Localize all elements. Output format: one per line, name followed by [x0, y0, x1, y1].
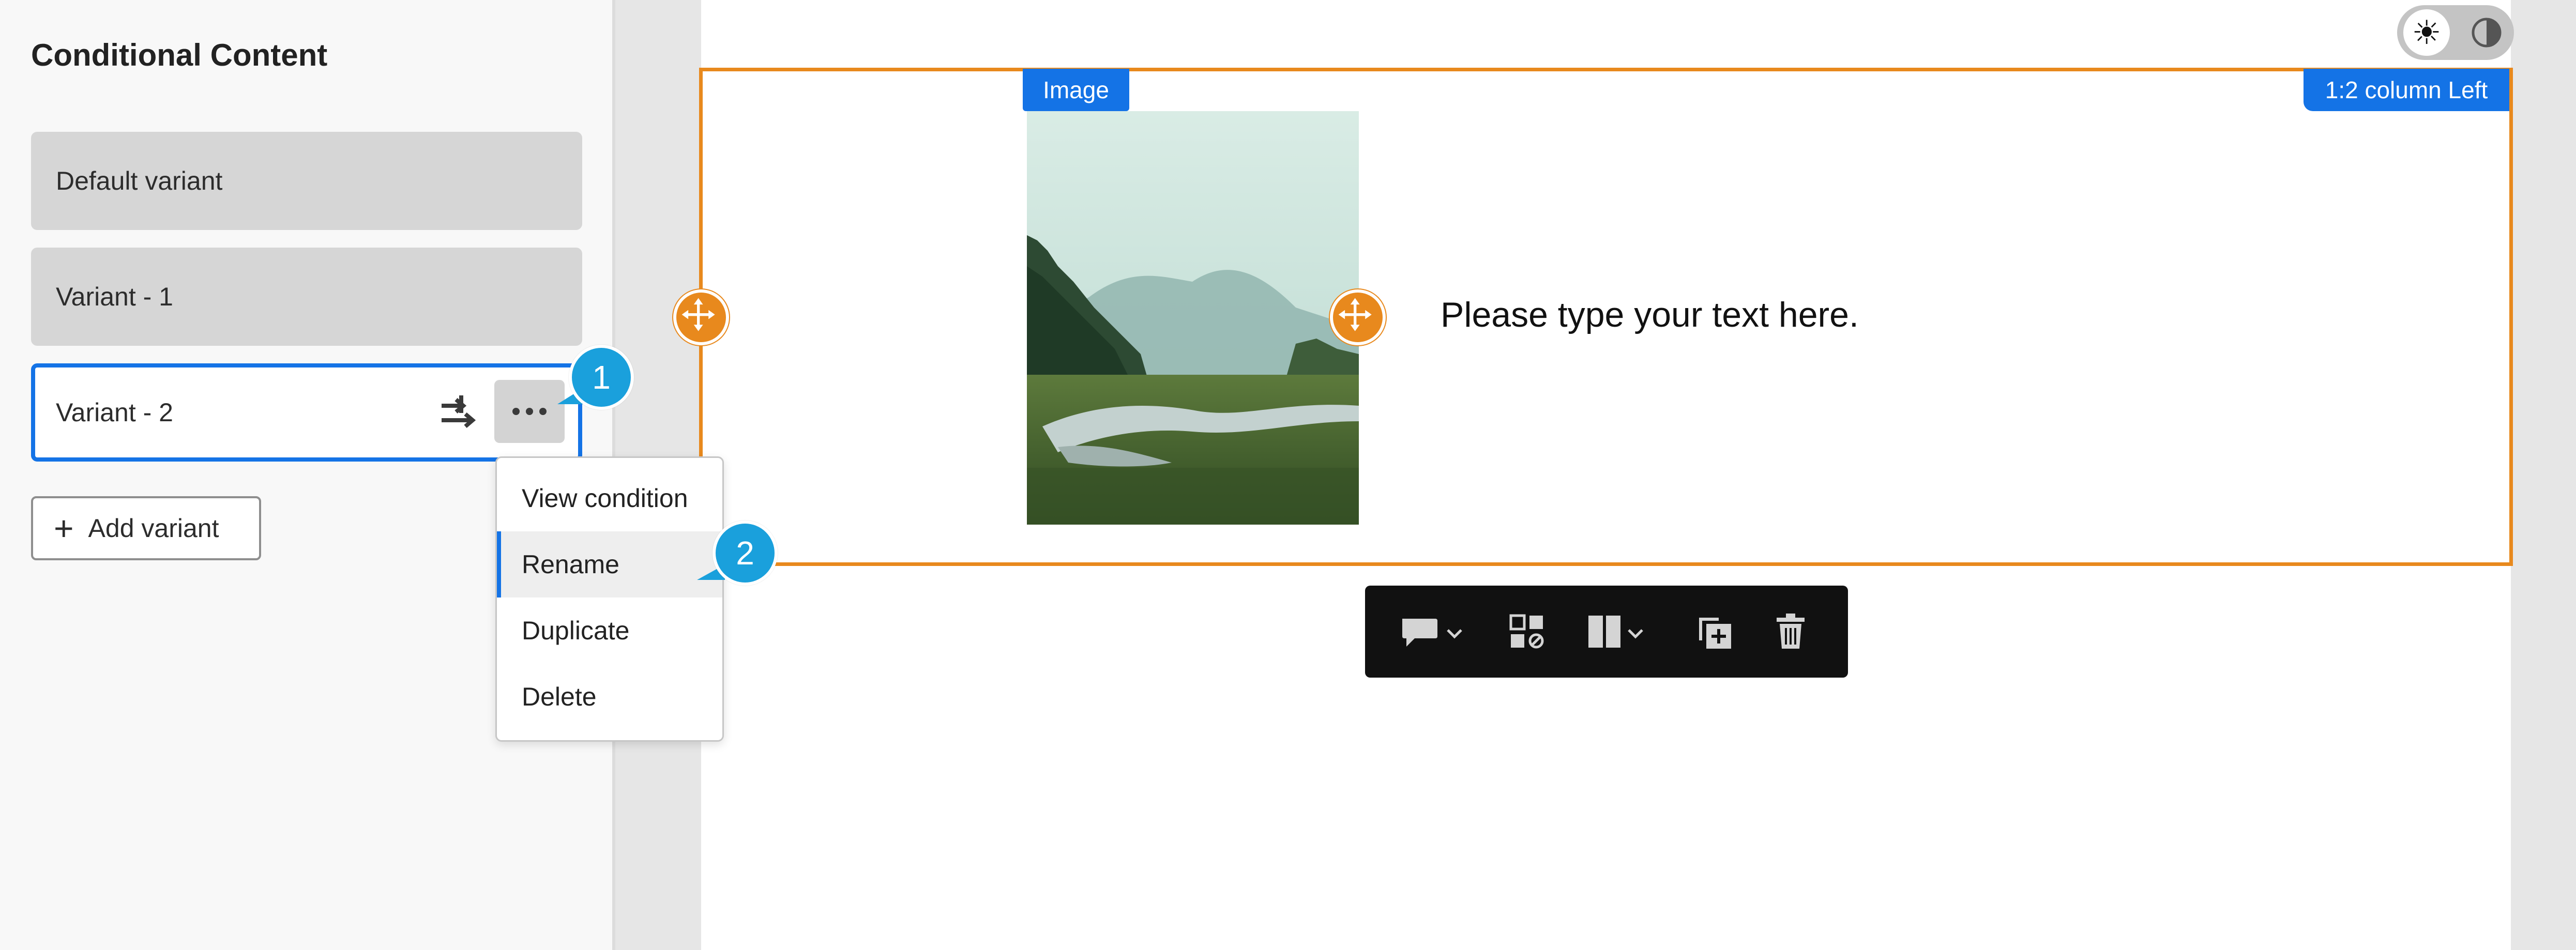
panel-title: Conditional Content	[31, 38, 328, 72]
menu-item-view-condition[interactable]: View condition	[497, 465, 722, 531]
dropdown-chevron-icon[interactable]	[1627, 628, 1644, 639]
callout-badge-1: 1	[569, 345, 634, 410]
variant-label: Variant - 2	[56, 398, 173, 427]
menu-item-duplicate[interactable]: Duplicate	[497, 597, 722, 664]
trash-icon[interactable]	[1775, 612, 1807, 651]
variant-label: Variant - 1	[56, 282, 173, 311]
add-variant-button[interactable]: + Add variant	[31, 496, 261, 560]
contrast-icon[interactable]	[2471, 17, 2503, 49]
image-component-tag: Image	[1023, 69, 1129, 111]
plus-icon: +	[54, 509, 74, 547]
canvas-gutter-right	[2511, 0, 2576, 950]
move-handle-component[interactable]	[1330, 289, 1386, 345]
more-actions-button[interactable]	[494, 380, 565, 443]
condition-branch-icon[interactable]	[438, 390, 476, 432]
more-dot	[512, 408, 520, 415]
columns-icon[interactable]	[1587, 615, 1622, 649]
menu-item-delete[interactable]: Delete	[497, 664, 722, 730]
comment-icon[interactable]	[1399, 616, 1439, 652]
dropdown-chevron-icon[interactable]	[1446, 628, 1463, 639]
landscape-image[interactable]	[1027, 111, 1359, 525]
move-handle-section[interactable]	[673, 289, 729, 345]
more-dot	[539, 408, 547, 415]
conditional-content-icon[interactable]	[1509, 614, 1545, 650]
callout-badge-2: 2	[713, 520, 778, 586]
move-icon	[681, 298, 715, 331]
add-variant-label: Add variant	[88, 514, 219, 543]
component-toolbar	[1365, 586, 1848, 678]
menu-item-label: Delete	[522, 682, 597, 711]
variant-item-1[interactable]: Variant - 1	[31, 248, 582, 346]
sun-icon[interactable]: ☀	[2403, 9, 2450, 56]
column-structure-tag: 1:2 column Left	[2304, 69, 2509, 111]
menu-item-label: Duplicate	[522, 616, 630, 645]
menu-item-label: View condition	[522, 484, 688, 513]
more-dot	[526, 408, 533, 415]
variant-context-menu: View condition Rename Duplicate Delete	[495, 456, 724, 742]
menu-item-rename[interactable]: Rename	[497, 531, 722, 597]
variant-item-default[interactable]: Default variant	[31, 132, 582, 230]
menu-item-label: Rename	[522, 550, 619, 579]
move-icon	[1338, 298, 1372, 331]
text-component[interactable]: Please type your text here.	[1441, 295, 1859, 335]
variant-label: Default variant	[56, 166, 223, 195]
duplicate-icon[interactable]	[1696, 614, 1734, 652]
